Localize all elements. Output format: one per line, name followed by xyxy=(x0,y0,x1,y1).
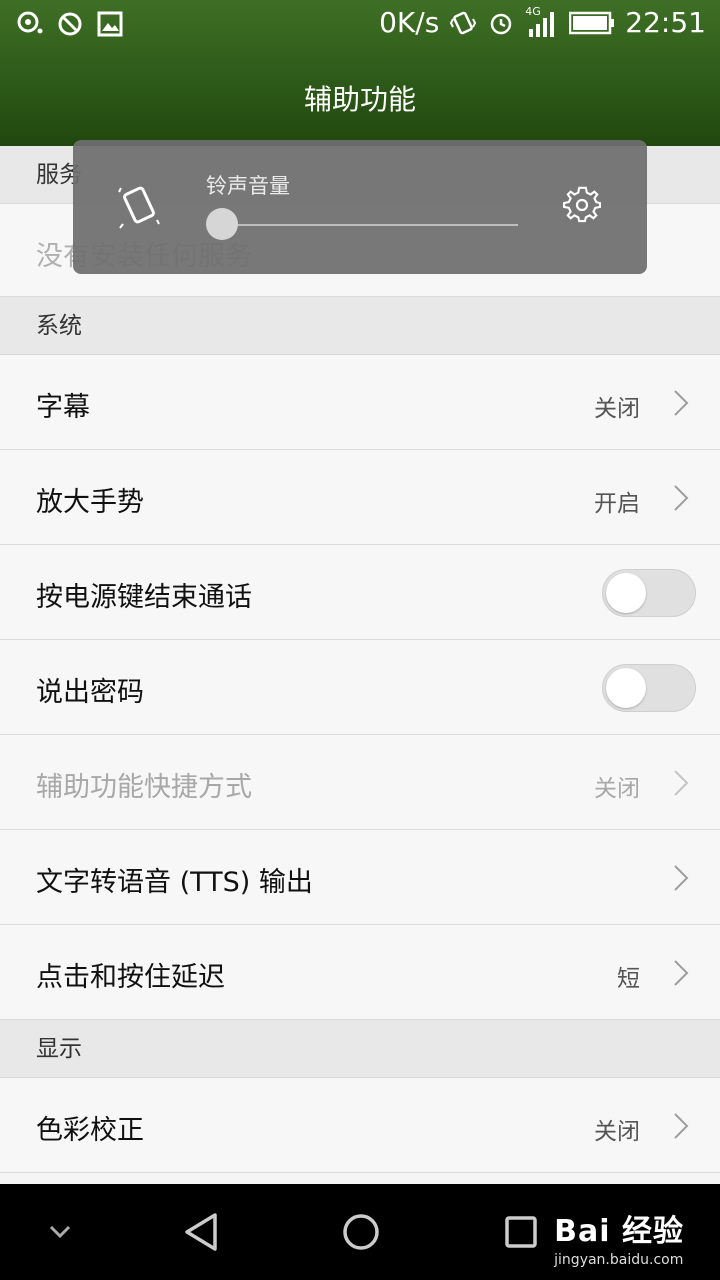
section-header-display: 显示 xyxy=(0,1020,720,1078)
volume-slider-thumb[interactable] xyxy=(206,208,238,240)
setting-value: 短 xyxy=(617,966,640,992)
vibrate-icon[interactable] xyxy=(117,182,161,230)
image-icon xyxy=(97,11,123,37)
down-chevron-icon xyxy=(49,1225,71,1239)
setting-label: 字幕 xyxy=(36,392,90,423)
setting-value: 关闭 xyxy=(594,1119,640,1145)
setting-tts-output[interactable]: 文字转语音 (TTS) 输出 xyxy=(0,830,720,925)
nav-home-button[interactable] xyxy=(336,1184,386,1280)
nav-collapse-button[interactable] xyxy=(36,1184,84,1280)
signal-icon: 4G xyxy=(525,5,559,37)
power-ends-call-toggle[interactable] xyxy=(602,569,696,617)
setting-touch-hold-delay[interactable]: 点击和按住延迟 短 xyxy=(0,925,720,1020)
navigation-bar: Bai 经验 jingyan.baidu.com xyxy=(0,1184,720,1280)
status-left-icons xyxy=(16,10,124,38)
back-icon xyxy=(185,1213,217,1251)
toggle-knob xyxy=(606,668,646,708)
location-icon xyxy=(17,11,43,34)
setting-value: 关闭 xyxy=(594,776,640,802)
setting-label: 放大手势 xyxy=(36,487,144,518)
setting-label: 辅助功能快捷方式 xyxy=(36,772,252,803)
setting-power-ends-call: 按电源键结束通话 xyxy=(0,545,720,640)
setting-label: 按电源键结束通话 xyxy=(36,582,252,613)
setting-label: 文字转语音 (TTS) 输出 xyxy=(36,867,313,898)
recents-icon xyxy=(505,1216,537,1248)
volume-overlay: 铃声音量 xyxy=(73,140,647,274)
setting-value: 开启 xyxy=(594,491,640,517)
alarm-icon xyxy=(491,13,512,34)
setting-magnification[interactable]: 放大手势 开启 xyxy=(0,450,720,545)
section-header-system: 系统 xyxy=(0,297,720,355)
chevron-right-icon xyxy=(674,960,689,986)
clock: 22:51 xyxy=(625,6,706,39)
vibrate-icon xyxy=(450,11,477,34)
setting-color-correction[interactable]: 色彩校正 关闭 xyxy=(0,1078,720,1173)
watermark-main: Bai 经验 xyxy=(554,1214,684,1249)
vpn-icon xyxy=(58,12,82,36)
status-bar: 0K/s 4G 22:51 xyxy=(0,0,720,50)
home-icon xyxy=(343,1214,379,1250)
top-bar: 0K/s 4G 22:51 辅助功能 xyxy=(0,0,720,146)
chevron-right-icon xyxy=(674,865,689,891)
setting-captions[interactable]: 字幕 关闭 xyxy=(0,355,720,450)
gear-icon[interactable] xyxy=(563,186,601,224)
chevron-right-icon xyxy=(674,770,689,796)
setting-label: 说出密码 xyxy=(36,677,144,708)
setting-label: 点击和按住延迟 xyxy=(36,962,225,993)
volume-label: 铃声音量 xyxy=(206,174,290,198)
status-right: 0K/s 4G 22:51 xyxy=(379,5,706,40)
speak-passwords-toggle[interactable] xyxy=(602,664,696,712)
nav-recents-button[interactable] xyxy=(498,1184,544,1280)
nav-back-button[interactable] xyxy=(176,1184,226,1280)
setting-value: 关闭 xyxy=(594,396,640,422)
toggle-knob xyxy=(606,573,646,613)
net-speed: 0K/s xyxy=(379,6,440,39)
volume-slider-track[interactable] xyxy=(221,224,518,226)
settings-list: 服务 没有安装任何服务 系统 字幕 关闭 放大手势 开启 按电源键结束通话 说出… xyxy=(0,146,720,1173)
chevron-right-icon xyxy=(674,1113,689,1139)
page-title: 辅助功能 xyxy=(303,83,416,116)
watermark-sub: jingyan.baidu.com xyxy=(554,1252,684,1268)
baidu-jingyan-watermark: Bai 经验 jingyan.baidu.com xyxy=(554,1206,684,1268)
battery-icon xyxy=(569,11,615,34)
setting-label: 色彩校正 xyxy=(36,1115,144,1146)
chevron-right-icon xyxy=(674,390,689,416)
setting-speak-passwords: 说出密码 xyxy=(0,640,720,735)
setting-accessibility-shortcut: 辅助功能快捷方式 关闭 xyxy=(0,735,720,830)
chevron-right-icon xyxy=(674,485,689,511)
